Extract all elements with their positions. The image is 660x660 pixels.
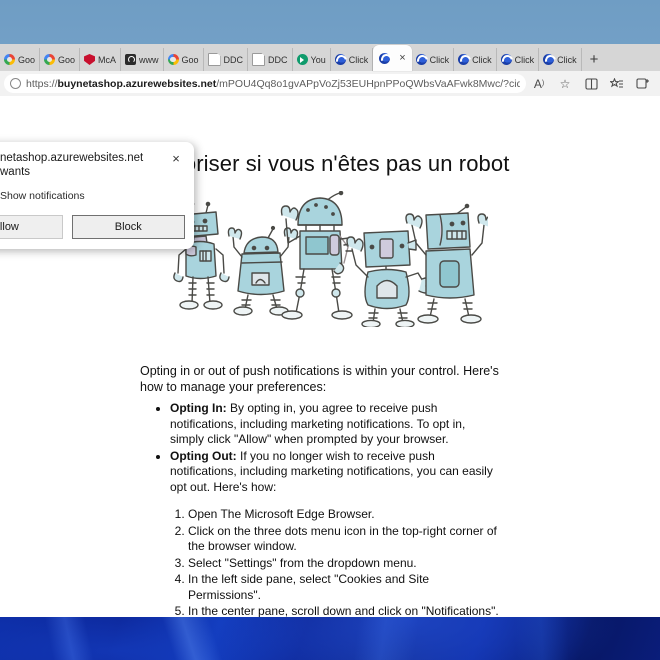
browser-tab-label: Goo (181, 54, 199, 65)
permission-dialog-buttons: Allow Block (0, 215, 194, 239)
opt-bullet-item: Opting Out: If you no longer wish to rec… (170, 449, 500, 496)
browser-tab[interactable]: Click (412, 48, 455, 71)
new-tab-button[interactable]: + (582, 48, 607, 71)
browser-tab-label: Click (429, 54, 450, 65)
browser-tab[interactable]: Click (331, 48, 374, 71)
document-icon (252, 53, 266, 66)
browser-tab-label: Click (348, 54, 369, 65)
edge-icon (415, 54, 427, 65)
address-bar-url: https://buynetashop.azurewebsites.net/mP… (26, 77, 520, 90)
desktop-wallpaper-bloom (0, 616, 660, 660)
mcafee-icon (84, 54, 96, 65)
browser-tab[interactable]: www (121, 48, 164, 71)
browser-tab[interactable]: McA (80, 48, 122, 71)
browser-tab[interactable]: Goo (0, 48, 41, 71)
edge-icon (379, 52, 391, 64)
split-screen-icon[interactable] (578, 73, 604, 95)
collections-glyph (610, 77, 623, 87)
opt-bullet-item: Opting In: By opting in, you agree to re… (170, 401, 500, 448)
browser-tab[interactable]: Goo (164, 48, 204, 71)
notification-permission-dialog[interactable]: netashop.azurewebsites.net wants × Show … (0, 142, 194, 249)
browser-window: Goo Goo McA www Goo DDC DDC You Click × Click Click… (0, 44, 660, 617)
browser-tab-label: DDC (268, 54, 288, 65)
opt-out-step: In the left side pane, select "Cookies a… (188, 572, 500, 603)
browser-tab-active[interactable]: × (373, 45, 412, 71)
google-icon (167, 54, 179, 65)
navigation-bar: https://buynetashop.azurewebsites.net/mP… (0, 71, 660, 96)
edge-icon (458, 54, 470, 65)
allow-button[interactable]: Allow (0, 215, 63, 239)
browser-tab-label: Click (557, 54, 577, 65)
browser-tab[interactable]: Click (454, 48, 497, 71)
lock-icon (125, 54, 137, 65)
address-bar[interactable]: https://buynetashop.azurewebsites.net/mP… (4, 74, 526, 93)
close-icon[interactable]: × (168, 150, 184, 166)
youtube-icon (296, 54, 308, 65)
page-body: Opting in or out of push notifications i… (0, 363, 660, 617)
tab-close-icon[interactable]: × (399, 52, 405, 64)
browser-tab-label: Goo (58, 54, 76, 65)
split-screen-glyph (584, 77, 598, 90)
browser-tab[interactable]: DDC (248, 48, 293, 71)
tab-strip: Goo Goo McA www Goo DDC DDC You Click × Click Click… (0, 44, 660, 71)
opt-out-step: Select "Settings" from the dropdown menu… (188, 556, 500, 572)
browser-tab[interactable]: DDC (204, 48, 249, 71)
read-aloud-icon[interactable]: A) (526, 73, 552, 95)
block-button[interactable]: Block (71, 215, 185, 239)
opt-bullet-term: Opting In: (170, 401, 227, 415)
permission-dialog-subtitle: Show notifications (0, 190, 85, 202)
edge-icon (500, 54, 512, 65)
browser-tab[interactable]: Goo (40, 48, 81, 71)
browser-tab[interactable]: Click (539, 48, 582, 71)
opt-out-steps-list: Open The Microsoft Edge Browser.Click on… (140, 507, 500, 617)
edge-icon (334, 54, 346, 65)
browser-tab[interactable]: You (293, 48, 331, 71)
site-info-icon[interactable] (10, 78, 21, 89)
opt-out-step: In the center pane, scroll down and clic… (188, 604, 500, 617)
browser-essentials-glyph (636, 78, 649, 89)
google-icon (44, 54, 56, 65)
browser-tab-label: McA (98, 54, 117, 65)
browser-tab[interactable]: Click (497, 48, 540, 71)
browser-tab-label: Click (514, 54, 535, 65)
five-cartoon-robots-illustration (173, 191, 488, 327)
collections-icon[interactable] (604, 73, 630, 95)
opt-bullet-list: Opting In: By opting in, you agree to re… (140, 401, 500, 495)
browser-tab-label: You (310, 54, 326, 65)
permission-dialog-title: netashop.azurewebsites.net wants (0, 152, 144, 178)
browser-tab-label: Click (472, 54, 492, 65)
browser-tab-label: DDC (223, 54, 244, 65)
browser-tab-label: www (139, 54, 159, 65)
opt-bullet-term: Opting Out: (170, 448, 237, 463)
edge-icon (543, 54, 555, 65)
google-icon (4, 54, 15, 65)
browser-essentials-icon[interactable] (630, 73, 656, 95)
browser-tab-label: Goo (18, 54, 36, 65)
document-icon (207, 53, 221, 66)
star-icon[interactable]: ☆ (552, 73, 578, 95)
opt-out-step: Click on the three dots menu icon in the… (188, 524, 500, 555)
opt-out-step: Open The Microsoft Edge Browser. (188, 507, 500, 523)
intro-paragraph: Opting in or out of push notifications i… (140, 364, 499, 394)
